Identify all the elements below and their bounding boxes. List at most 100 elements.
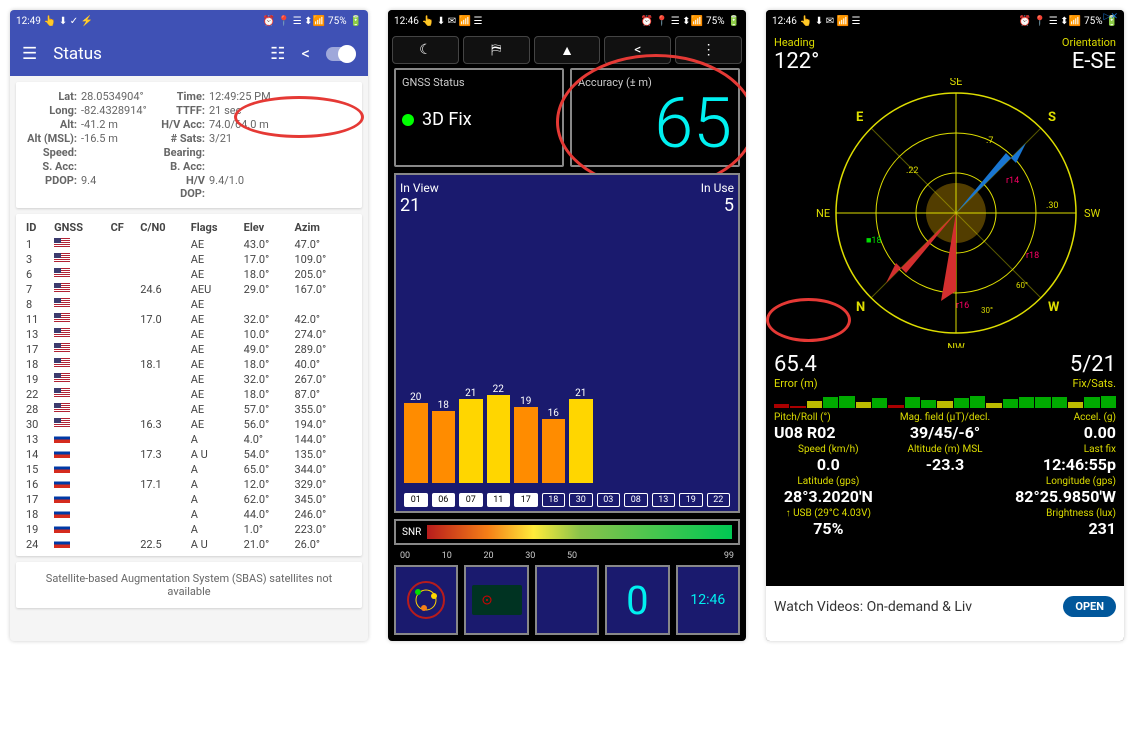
app-bar: ☰ Status ☷ < (10, 32, 368, 76)
svg-text:r14: r14 (1006, 176, 1019, 186)
table-row: 28AE57.0°355.0° (24, 402, 354, 417)
svg-text:W: W (1048, 300, 1060, 315)
svg-text:SW: SW (1084, 207, 1101, 220)
sat-id: 17 (514, 493, 538, 507)
error-label: Error (m) (774, 377, 818, 390)
time-value: 12:49:25 PM (209, 90, 352, 103)
hvacc-value: 74.0/64.0 m (209, 118, 352, 131)
sat-id: 30 (569, 493, 593, 507)
col-azim: Azim (292, 218, 354, 237)
col-flags: Flags (189, 218, 242, 237)
share-button[interactable]: < (604, 36, 671, 64)
bearing-label: Bearing: (161, 146, 209, 159)
fix-status-box: GNSS Status 3D Fix (394, 68, 564, 167)
fixsats-value: 5/21 (1070, 352, 1116, 377)
hvdop-label: H/V DOP: (161, 174, 209, 200)
fix-indicator-icon (402, 114, 414, 126)
svg-text:N: N (856, 300, 865, 315)
share-icon[interactable]: < (301, 44, 310, 64)
sat-id: 08 (624, 493, 648, 507)
signal-bar: 20 (404, 392, 428, 483)
ad-open-button[interactable]: OPEN (1063, 596, 1116, 617)
reading-cell: Speed (km/h)0.0 (774, 444, 883, 474)
table-row: 8AE (24, 297, 354, 312)
bearing-value (209, 146, 352, 159)
table-row: 1818.1AE18.0°40.0° (24, 357, 354, 372)
reading-cell (891, 508, 1000, 538)
hvdop-value: 9.4/1.0 (209, 174, 352, 200)
skyview-tile[interactable] (394, 565, 458, 635)
fix-status-value: 3D Fix (422, 109, 472, 130)
battery-text: 75% (328, 16, 347, 27)
svg-text:30°: 30° (981, 306, 993, 315)
bacc-label: B. Acc: (161, 160, 209, 173)
ad-banner[interactable]: Watch Videos: On-demand & Liv ▷✕ OPEN (766, 586, 1124, 641)
nav-button[interactable]: ▲ (534, 36, 601, 64)
table-row: 724.6AEU29.0°167.0° (24, 282, 354, 297)
compass-tile[interactable] (535, 565, 599, 635)
table-row: 3016.3AE56.0°194.0° (24, 417, 354, 432)
svg-text:.7: .7 (986, 136, 993, 146)
fixsats-label: Fix/Sats. (1070, 377, 1116, 390)
table-row: 1AE43.0°47.0° (24, 237, 354, 252)
sat-id: 07 (459, 493, 483, 507)
alt-label: Alt: (26, 118, 81, 131)
table-row: 19A1.0°223.0° (24, 522, 354, 537)
more-button[interactable]: ⋮ (675, 36, 742, 64)
mark-button[interactable]: ⛿ (463, 36, 530, 64)
snr-label: SNR (402, 527, 421, 538)
col-id: ID (24, 218, 52, 237)
table-row: 22AE18.0°87.0° (24, 387, 354, 402)
night-mode-button[interactable]: ☾ (392, 36, 459, 64)
sats-value: 3/21 (209, 132, 352, 145)
msl-label: Alt (MSL): (26, 132, 81, 145)
table-row: 18A44.0°246.0° (24, 507, 354, 522)
signal-bar: 21 (459, 388, 483, 483)
pdop-label: PDOP: (26, 174, 81, 200)
clock: 12:46 (394, 16, 419, 27)
signal-bar: 21 (569, 388, 593, 483)
col-gnss: GNSS (52, 218, 108, 237)
sats-label: # Sats: (161, 132, 209, 145)
sort-icon[interactable]: ☷ (270, 44, 285, 64)
accuracy-box: Accuracy (± m) 65 (570, 68, 740, 167)
svg-text:.22: .22 (906, 166, 919, 176)
table-row: 6AE18.0°205.0° (24, 267, 354, 282)
signal-chart: In View21 In Use5 20182122191621 0106071… (394, 173, 740, 513)
ad-tag-icon[interactable]: ▷✕ (1104, 12, 1118, 22)
table-row: 15A65.0°344.0° (24, 462, 354, 477)
map-tile[interactable] (464, 565, 528, 635)
table-row: 17A62.0°345.0° (24, 492, 354, 507)
svg-text:60°: 60° (1016, 281, 1028, 290)
clock-tile[interactable]: 12:46 (676, 565, 740, 635)
reading-cell: ↑ USB (29°C 4.03V)75% (774, 508, 883, 538)
sky-view[interactable]: SE SW NW NE S W N E .22 .7 ■18 r14 r18 r… (766, 78, 1124, 348)
accuracy-value: 65 (578, 89, 732, 159)
long-value: -82.4328914° (81, 104, 161, 117)
bottom-tiles: 0 12:46 (388, 565, 746, 641)
svg-text:NE: NE (816, 207, 830, 220)
readings-grid: Pitch/Roll (°)U08 R02Mag. field (µT)/dec… (766, 410, 1124, 540)
col-elev: Elev (242, 218, 293, 237)
svg-text:■18: ■18 (866, 236, 882, 246)
table-row: 17AE49.0°289.0° (24, 342, 354, 357)
info-card: Lat:28.0534904° Time:12:49:25 PM Long:-8… (16, 82, 362, 208)
snr-gradient (427, 525, 732, 539)
toggle-switch[interactable] (326, 47, 356, 61)
sat-id: 13 (652, 493, 676, 507)
battery-text: 75% (1084, 16, 1103, 27)
table-row: 2422.5A U21.0°26.0° (24, 537, 354, 552)
reading-cell: Mag. field (µT)/decl.39/45/-6° (891, 412, 1000, 442)
table-row: 1417.3A U54.0°135.0° (24, 447, 354, 462)
table-row: 13A4.0°144.0° (24, 432, 354, 447)
alt-value: -41.2 m (81, 118, 161, 131)
speed-tile[interactable]: 0 (605, 565, 669, 635)
toolbar: ☾ ⛿ ▲ < ⋮ (388, 32, 746, 68)
reading-cell: Last fix12:46:55p (1007, 444, 1116, 474)
ad-text: Watch Videos: On-demand & Liv (774, 599, 972, 615)
speed-value: 0 (626, 577, 648, 624)
svg-text:r16: r16 (956, 301, 969, 311)
menu-icon[interactable]: ☰ (22, 44, 37, 64)
col-c/n0: C/N0 (138, 218, 188, 237)
clock-value: 12:46 (690, 592, 725, 608)
